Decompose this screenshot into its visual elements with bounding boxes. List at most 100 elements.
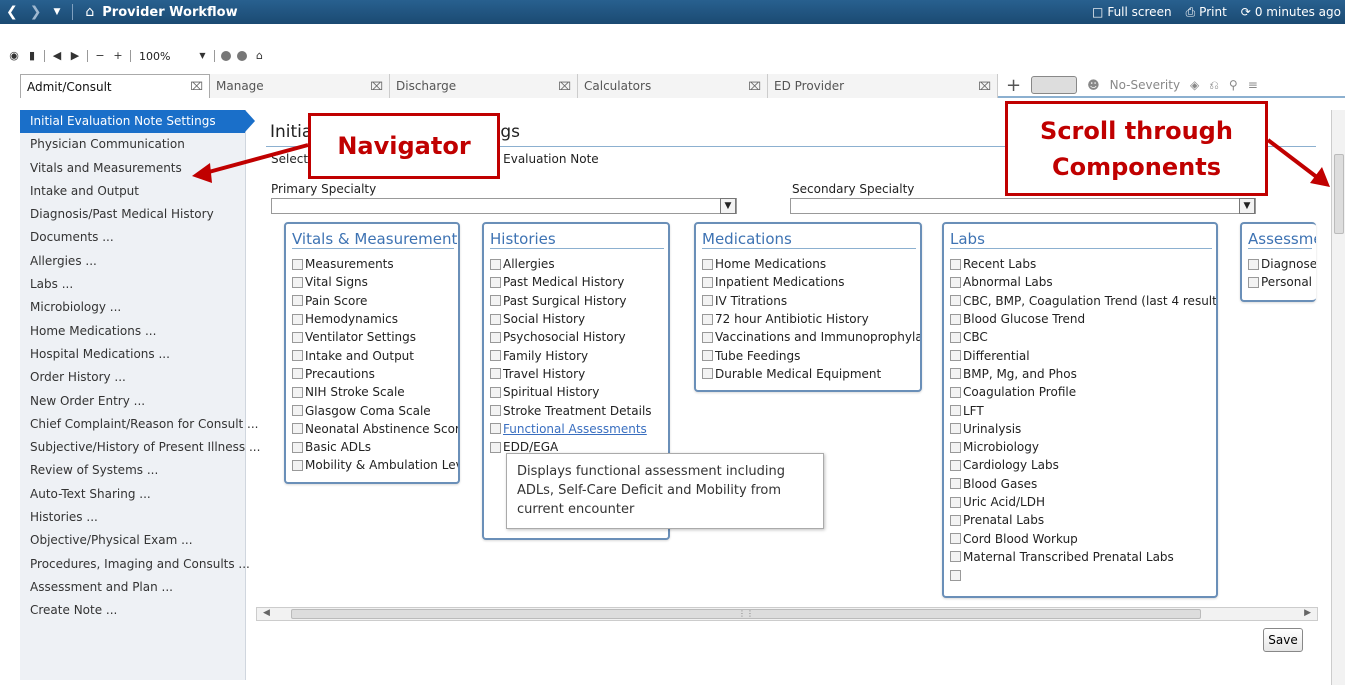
zoom-dropdown-icon[interactable]: ▼ [196,50,208,62]
navigator-item[interactable]: Create Note ... [20,599,245,622]
checkbox[interactable] [950,276,961,288]
checkbox[interactable] [950,514,961,526]
component-checkbox-row[interactable]: Blood Glucose Trend [950,310,1212,328]
checkbox[interactable] [950,368,961,380]
component-checkbox-row[interactable]: Coagulation Profile [950,383,1212,401]
checkbox[interactable] [702,313,713,325]
close-tab-icon[interactable]: ⌧ [370,80,383,93]
checkbox[interactable] [1248,276,1259,288]
tab-manage[interactable]: Manage ⌧ [210,74,390,98]
checkbox[interactable] [1248,258,1259,270]
navigator-item[interactable]: Auto-Text Sharing ... [20,483,245,506]
checkbox[interactable] [950,386,961,398]
checkbox[interactable] [292,313,303,325]
checkbox[interactable] [702,258,713,270]
component-checkbox-row[interactable]: Basic ADLs [292,438,454,456]
horizontal-scrollbar[interactable]: ◀ ⋮⋮ ▶ [256,607,1318,621]
component-checkbox-row[interactable]: Home Medications [702,255,916,273]
component-checkbox-row[interactable]: Uric Acid/LDH [950,493,1212,511]
tab-calculators[interactable]: Calculators ⌧ [578,74,768,98]
navigator-item[interactable]: Histories ... [20,506,245,529]
component-checkbox-row[interactable]: Past Surgical History [490,292,664,310]
refresh-button[interactable]: ⟳ 0 minutes ago [1241,5,1341,19]
component-checkbox-row[interactable]: Vaccinations and Immunoprophylaxis [702,328,920,346]
component-checkbox-row[interactable]: Prenatal Labs [950,511,1212,529]
component-checkbox-row[interactable]: Allergies [490,255,664,273]
navigator-item[interactable]: Intake and Output [20,180,245,203]
component-checkbox-row[interactable]: Functional Assessments [490,420,664,438]
scroll-thumb[interactable]: ⋮⋮ [291,609,1201,619]
scroll-right-icon[interactable]: ▶ [1304,608,1311,618]
navigator-item[interactable]: Diagnosis/Past Medical History [20,203,245,226]
checkbox[interactable] [950,496,961,508]
page-icon[interactable]: ▮ [26,50,38,62]
checkbox[interactable] [292,276,303,288]
checkbox[interactable] [950,331,961,343]
close-tab-icon[interactable]: ⌧ [190,80,203,93]
navigator-item[interactable]: Allergies ... [20,250,245,273]
checkbox[interactable] [292,405,303,417]
component-checkbox-row[interactable]: BMP, Mg, and Phos [950,365,1212,383]
checkbox[interactable] [490,331,501,343]
component-checkbox-row[interactable]: Spiritual History [490,383,664,401]
component-checkbox-row[interactable]: 72 hour Antibiotic History [702,310,916,328]
component-checkbox-row[interactable]: Measurements [292,255,454,273]
zoom-out-icon[interactable]: − [94,50,106,62]
component-checkbox-row[interactable]: Microbiology [950,438,1212,456]
navigator-item[interactable]: Initial Evaluation Note Settings [20,110,255,134]
checkbox[interactable] [490,368,501,380]
checkbox[interactable] [950,533,961,545]
checkbox[interactable] [702,276,713,288]
component-checkbox-row[interactable]: LFT [950,401,1212,419]
checkbox[interactable] [292,350,303,362]
checkbox[interactable] [950,313,961,325]
history-dropdown-icon[interactable]: ▼ [53,7,60,17]
forward-arrow-icon[interactable]: ❯ [30,4,42,20]
component-checkbox-row[interactable]: Personal [1248,273,1312,291]
checkbox[interactable] [292,295,303,307]
zoom-in-icon[interactable]: + [112,50,124,62]
component-checkbox-row[interactable]: Travel History [490,365,664,383]
home-icon[interactable]: ⌂ [85,4,94,20]
navigator-item[interactable]: Hospital Medications ... [20,343,245,366]
save-button[interactable]: Save [1263,628,1303,652]
checkbox[interactable] [292,331,303,343]
component-checkbox-row[interactable]: Blood Gases [950,475,1212,493]
navigator-item[interactable]: Labs ... [20,273,245,296]
checkbox[interactable] [292,386,303,398]
component-checkbox-row[interactable]: Family History [490,346,664,364]
component-checkbox-row[interactable]: Urinalysis [950,420,1212,438]
component-checkbox-row[interactable]: Recent Labs [950,255,1212,273]
navigator-item[interactable]: New Order Entry ... [20,390,245,413]
close-tab-icon[interactable]: ⌧ [558,80,571,93]
navigator-item[interactable]: Review of Systems ... [20,459,245,482]
component-checkbox-row[interactable]: CBC [950,328,1212,346]
checkbox[interactable] [702,295,713,307]
checkbox[interactable] [490,441,501,453]
checkbox[interactable] [950,478,961,490]
checkbox[interactable] [702,368,713,380]
checkbox[interactable] [292,368,303,380]
component-checkbox-row[interactable]: Ventilator Settings [292,328,454,346]
component-checkbox-row[interactable]: Social History [490,310,664,328]
add-tab-icon[interactable]: + [1006,75,1021,96]
navigator-item[interactable]: Home Medications ... [20,320,245,343]
view-toggle-button[interactable] [1031,76,1078,94]
checkbox[interactable] [950,441,961,453]
component-checkbox-row[interactable]: Maternal Transcribed Prenatal Labs [950,548,1212,566]
chevron-down-icon[interactable]: ▼ [720,198,736,214]
next-page-icon[interactable]: ▶ [69,50,81,62]
component-checkbox-row[interactable]: Abnormal Labs [950,273,1212,291]
tag-icon[interactable]: ◈ [1190,78,1199,92]
component-checkbox-row[interactable]: Stroke Treatment Details [490,401,664,419]
component-checkbox-row[interactable]: Precautions [292,365,454,383]
component-checkbox-row[interactable]: Psychosocial History [490,328,664,346]
tab-discharge[interactable]: Discharge ⌧ [390,74,578,98]
component-checkbox-row[interactable]: Cardiology Labs [950,456,1212,474]
checkbox[interactable] [950,423,961,435]
close-tab-icon[interactable]: ⌧ [978,80,991,93]
full-screen-button[interactable]: □ Full screen [1092,5,1172,19]
prev-page-icon[interactable]: ◀ [51,50,63,62]
tab-admit-consult[interactable]: Admit/Consult ⌧ [20,74,210,98]
checkbox[interactable] [950,295,961,307]
